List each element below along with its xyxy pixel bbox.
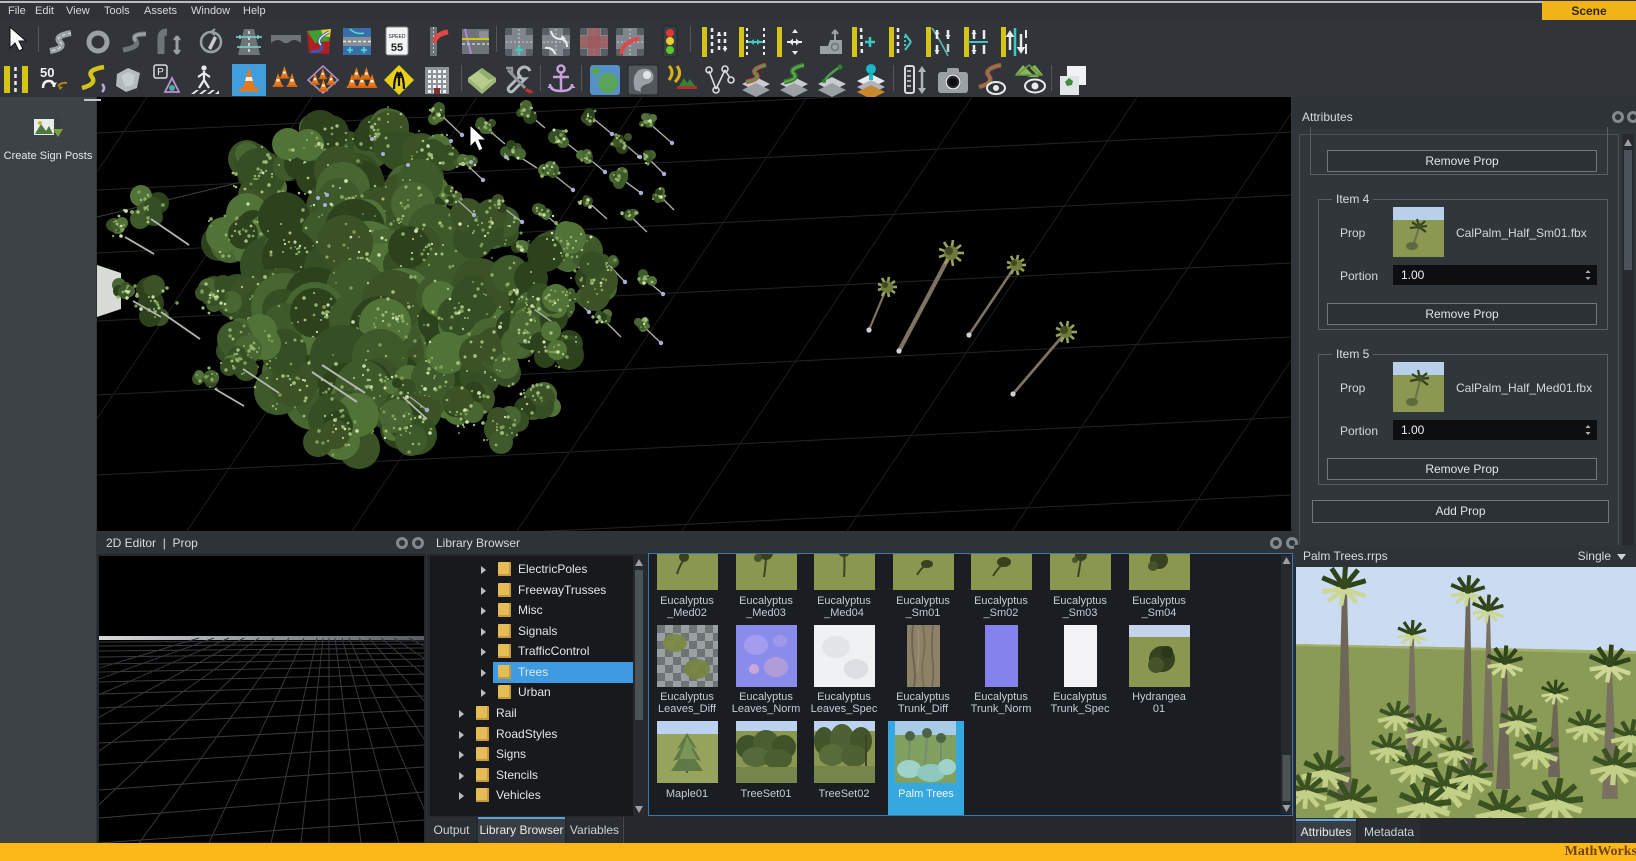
- svg-text:P: P: [157, 67, 164, 78]
- svg-text:55: 55: [391, 42, 403, 54]
- svg-text:SPEED: SPEED: [389, 34, 406, 40]
- svg-text:50: 50: [40, 65, 54, 80]
